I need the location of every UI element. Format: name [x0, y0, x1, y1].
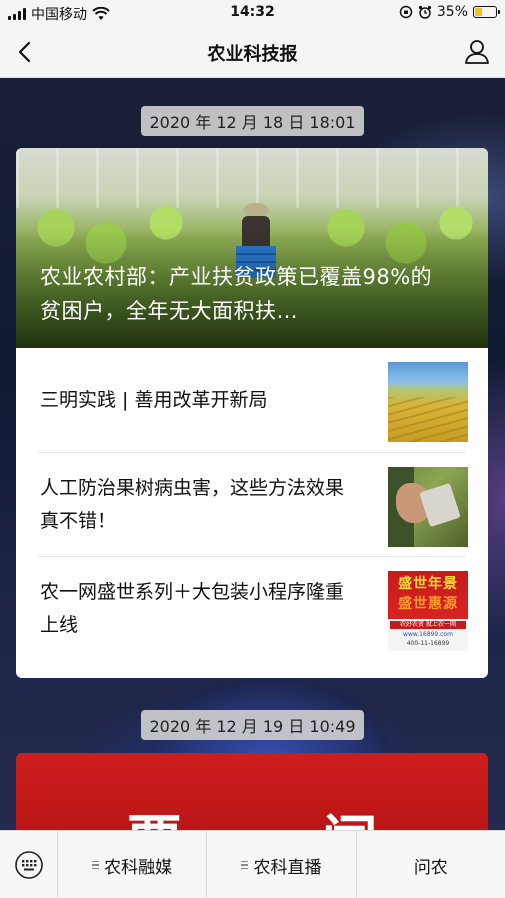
nav-bar: 农业科技报 — [0, 26, 505, 78]
battery-icon — [473, 6, 500, 18]
rotation-lock-icon — [399, 5, 413, 19]
card-banner-text: 要 闻 — [16, 797, 488, 830]
message-feed[interactable]: 2020 年 12 月 18 日 18:01 农业农村部：产业扶贫政策已覆盖98… — [0, 78, 505, 830]
item-title: 农一网盛世系列＋大包装小程序隆重上线 — [40, 581, 345, 636]
news-card-partial[interactable]: 要 闻 — [16, 753, 488, 830]
news-hero[interactable]: 农业农村部：产业扶贫政策已覆盖98%的贫困户，全年无大面积扶… — [16, 148, 488, 348]
hero-headline: 农业农村部：产业扶贫政策已覆盖98%的贫困户，全年无大面积扶… — [40, 265, 433, 323]
submenu-icon — [241, 860, 249, 870]
menu-tab-live[interactable]: 农科直播 — [207, 831, 357, 898]
page-title: 农业科技报 — [207, 44, 298, 65]
submenu-icon — [92, 860, 100, 870]
alarm-icon — [418, 5, 431, 19]
list-item[interactable]: 人工防治果树病虫害，这些方法效果真不错！ — [38, 452, 468, 556]
list-item[interactable]: 三明实践 | 善用改革开新局 — [38, 348, 468, 452]
item-title: 三明实践 | 善用改革开新局 — [40, 388, 268, 411]
profile-icon[interactable] — [463, 37, 491, 65]
promo-poster-thumbnail: 盛世年景 盛世惠源 农好农资 就上农一网 www.16899.com 400-1… — [388, 571, 468, 651]
fruit-bagging-thumbnail — [388, 467, 468, 547]
news-card: 农业农村部：产业扶贫政策已覆盖98%的贫困户，全年无大面积扶… 三明实践 | 善… — [16, 148, 488, 678]
list-item[interactable]: 农一网盛世系列＋大包装小程序隆重上线 盛世年景 盛世惠源 农好农资 就上农一网 … — [38, 556, 468, 660]
menu-tab-media[interactable]: 农科融媒 — [58, 831, 208, 898]
feed-timestamp: 2020 年 12 月 19 日 10:49 — [0, 710, 505, 740]
bottom-menu: 农科融媒 农科直播 问农 — [0, 830, 505, 898]
feed-timestamp: 2020 年 12 月 18 日 18:01 — [0, 106, 505, 136]
menu-tab-ask[interactable]: 问农 — [357, 831, 505, 898]
keyboard-toggle[interactable] — [0, 831, 58, 898]
item-title: 人工防治果树病虫害，这些方法效果真不错！ — [40, 477, 345, 532]
status-right: 35% — [399, 4, 500, 20]
battery-percent: 35% — [436, 4, 468, 20]
farm-field-thumbnail — [388, 362, 468, 442]
status-bar: 中国移动 14:32 35% — [0, 0, 505, 26]
keyboard-icon — [14, 851, 43, 879]
